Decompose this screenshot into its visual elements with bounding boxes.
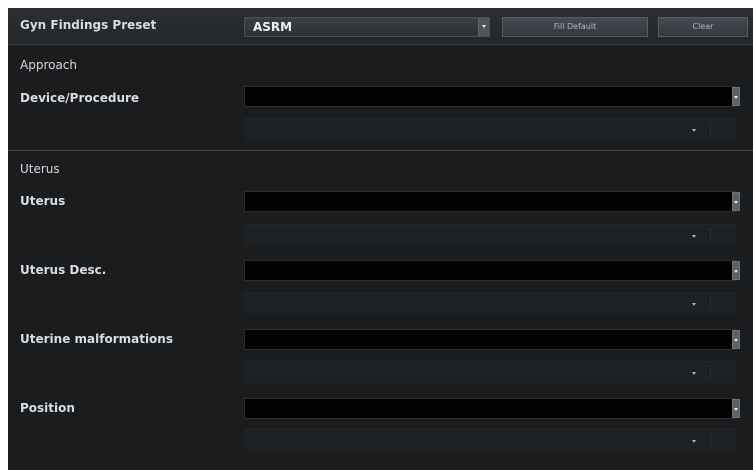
uterus-desc-field[interactable]	[244, 260, 736, 281]
divider	[710, 296, 711, 310]
position-dropdown-button[interactable]	[732, 399, 740, 418]
chevron-down-icon	[734, 270, 738, 273]
uterus-desc-detail-row[interactable]	[244, 292, 736, 314]
chevron-down-icon	[734, 96, 738, 99]
preset-label: Gyn Findings Preset	[20, 18, 157, 32]
uterus-dropdown-button[interactable]	[732, 192, 740, 211]
section-divider	[8, 150, 753, 151]
device-procedure-dropdown-button[interactable]	[732, 87, 740, 106]
gyn-findings-panel: Gyn Findings Preset ASRM Fill Default Cl…	[8, 8, 753, 470]
chevron-down-icon	[692, 303, 696, 306]
preset-value: ASRM	[253, 20, 293, 34]
row-separator	[244, 429, 736, 430]
row-separator	[244, 118, 736, 119]
divider	[710, 122, 711, 136]
field-label-uterus-desc: Uterus Desc.	[20, 263, 107, 277]
field-label-position: Position	[20, 401, 75, 415]
field-label-uterine-malformations: Uterine malformations	[20, 332, 173, 346]
divider	[710, 365, 711, 379]
device-procedure-detail-row[interactable]	[244, 118, 736, 140]
chevron-down-icon	[734, 408, 738, 411]
section-title-approach: Approach	[20, 58, 78, 72]
preset-select[interactable]: ASRM	[244, 17, 490, 37]
chevron-down-icon	[692, 235, 696, 238]
uterus-detail-row[interactable]	[244, 224, 736, 246]
position-field[interactable]	[244, 398, 736, 419]
row-separator	[244, 361, 736, 362]
chevron-down-icon	[692, 440, 696, 443]
row-separator	[244, 292, 736, 293]
uterine-malformations-field[interactable]	[244, 329, 736, 350]
row-separator	[244, 224, 736, 225]
position-detail-row[interactable]	[244, 429, 736, 451]
clear-button[interactable]: Clear	[658, 17, 748, 37]
field-label-device-procedure: Device/Procedure	[20, 91, 140, 105]
fill-default-button[interactable]: Fill Default	[502, 17, 648, 37]
uterus-desc-dropdown-button[interactable]	[732, 261, 740, 280]
field-label-uterus: Uterus	[20, 194, 66, 208]
divider	[710, 228, 711, 242]
chevron-down-icon	[692, 129, 696, 132]
divider	[710, 433, 711, 447]
device-procedure-field[interactable]	[244, 86, 736, 107]
chevron-down-icon	[692, 372, 696, 375]
chevron-down-icon	[482, 25, 486, 28]
section-title-uterus: Uterus	[20, 162, 60, 176]
preset-dropdown-button[interactable]	[478, 18, 489, 36]
chevron-down-icon	[734, 339, 738, 342]
uterus-field[interactable]	[244, 191, 736, 212]
chevron-down-icon	[734, 201, 738, 204]
uterine-malformations-detail-row[interactable]	[244, 361, 736, 383]
preset-header: Gyn Findings Preset ASRM Fill Default Cl…	[8, 8, 753, 45]
uterine-malformations-dropdown-button[interactable]	[732, 330, 740, 349]
